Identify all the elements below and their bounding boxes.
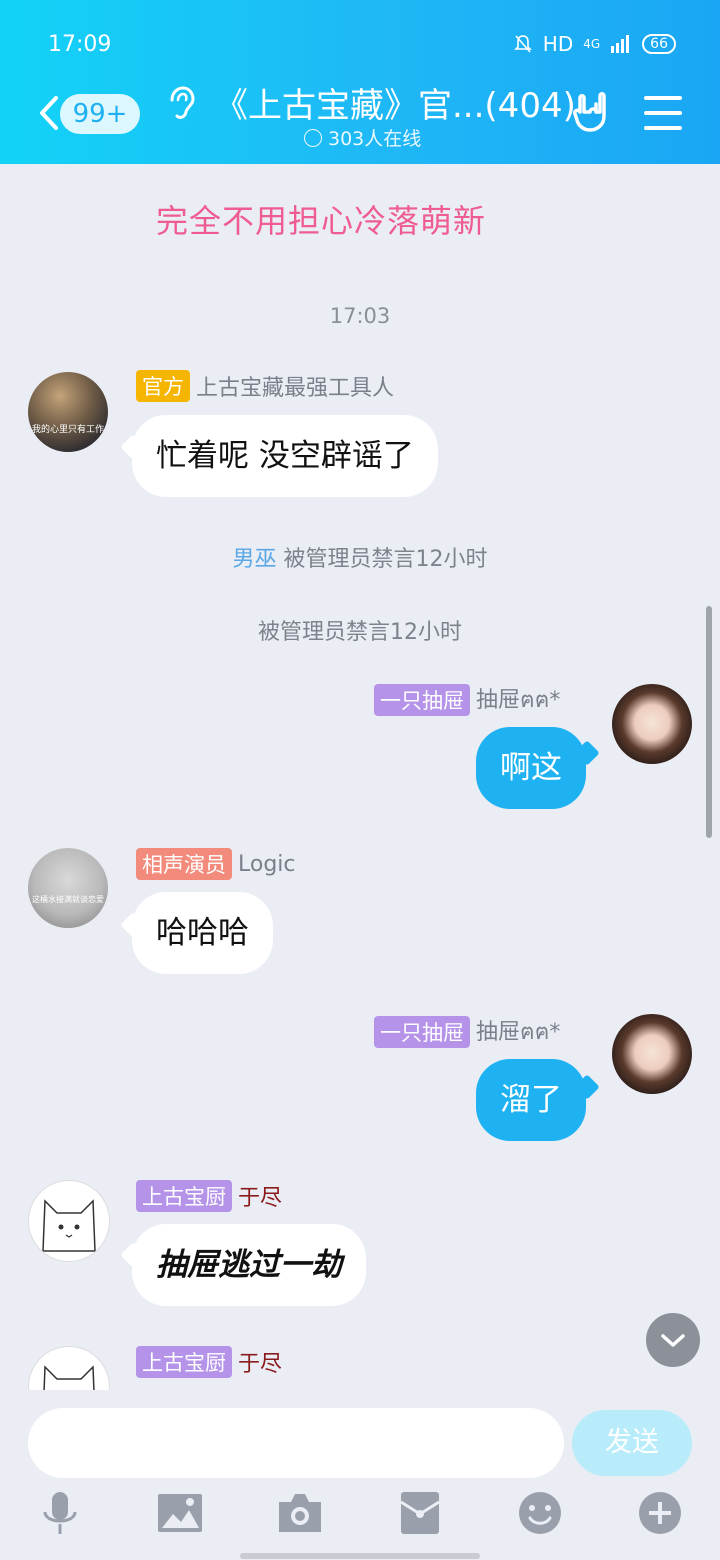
microphone-icon[interactable]: [37, 1490, 83, 1536]
status-time: 17:09: [48, 32, 112, 57]
timestamp: 17:03: [329, 304, 391, 328]
avatar[interactable]: [612, 684, 692, 764]
sender-info: 上古宝厨 于尽: [136, 1346, 282, 1378]
sender-info: 上古宝厨 于尽: [136, 1180, 282, 1212]
cat-icon: [42, 1199, 96, 1252]
toolbar: [0, 1490, 720, 1550]
network-label: HD: [542, 32, 574, 56]
sender-info: 相声演员 Logic: [136, 848, 296, 880]
role-tag: 上古宝厨: [136, 1180, 232, 1212]
plus-icon[interactable]: [637, 1490, 683, 1536]
chevron-down-icon: [661, 1334, 685, 1347]
avatar[interactable]: 我的心里只有工作: [28, 372, 108, 452]
role-tag: 一只抽屉: [374, 1015, 470, 1048]
sender-name[interactable]: 上古宝藏最强工具人: [196, 370, 394, 402]
input-bar: 发送: [0, 1390, 720, 1560]
chevron-down-icon: [304, 128, 322, 147]
sender-info: 一只抽屉 抽屉ฅฅ*: [374, 1014, 560, 1049]
avatar[interactable]: [612, 1014, 692, 1094]
sender-name[interactable]: 抽屉ฅฅ*: [476, 682, 560, 717]
menu-icon[interactable]: [644, 96, 682, 130]
online-count[interactable]: 303人在线: [304, 124, 421, 151]
avatar[interactable]: 这桶水接满就谈恋爱: [28, 848, 108, 928]
message-bubble[interactable]: 哈哈哈: [132, 892, 273, 974]
message-bubble[interactable]: 抽屉逃过一劫: [132, 1224, 366, 1306]
hand-gesture-icon[interactable]: [570, 90, 614, 134]
image-icon[interactable]: [157, 1490, 203, 1536]
chat-header: 17:09 HD 4G 66 99+ 《上古宝藏》官...(404) 303人在…: [0, 0, 720, 164]
sender-name[interactable]: Logic: [238, 852, 296, 877]
mute-bell-icon: [513, 35, 532, 53]
role-tag: 一只抽屉: [374, 683, 470, 716]
scroll-down-button[interactable]: [646, 1313, 700, 1367]
system-user[interactable]: 男巫: [232, 547, 276, 572]
signal-label: 4G: [583, 37, 601, 51]
battery-indicator: 66: [642, 34, 676, 54]
send-button[interactable]: 发送: [572, 1410, 692, 1476]
home-indicator[interactable]: [240, 1553, 480, 1559]
welcome-banner: 完全不用担心冷落萌新: [156, 202, 487, 240]
message-bubble[interactable]: 啊这: [476, 727, 586, 809]
red-packet-icon[interactable]: [397, 1490, 443, 1536]
sender-name[interactable]: 于尽: [238, 1346, 282, 1378]
message-bubble[interactable]: 忙着呢 没空辟谣了: [132, 415, 438, 497]
sender-info: 官方 上古宝藏最强工具人: [136, 370, 394, 402]
system-notice: 被管理员禁言12小时: [258, 620, 462, 645]
sender-name[interactable]: 抽屉ฅฅ*: [476, 1014, 560, 1049]
emoji-icon[interactable]: [517, 1490, 563, 1536]
role-tag: 官方: [136, 370, 190, 402]
camera-icon[interactable]: [277, 1490, 323, 1536]
role-tag: 相声演员: [136, 848, 232, 880]
sender-info: 一只抽屉 抽屉ฅฅ*: [374, 682, 560, 717]
message-bubble[interactable]: 溜了: [476, 1059, 586, 1141]
sender-name[interactable]: 于尽: [238, 1180, 282, 1212]
avatar[interactable]: [28, 1180, 110, 1262]
system-notice: 男巫 被管理员禁言12小时: [232, 547, 488, 572]
unread-badge[interactable]: 99+: [60, 94, 140, 134]
role-tag: 上古宝厨: [136, 1346, 232, 1378]
signal-icon: [611, 35, 630, 53]
group-title[interactable]: 《上古宝藏》官...(404): [214, 78, 576, 127]
scrollbar[interactable]: [706, 606, 712, 838]
message-input[interactable]: [28, 1408, 564, 1478]
ear-icon[interactable]: [166, 86, 196, 120]
status-bar: 17:09 HD 4G 66: [0, 28, 720, 62]
